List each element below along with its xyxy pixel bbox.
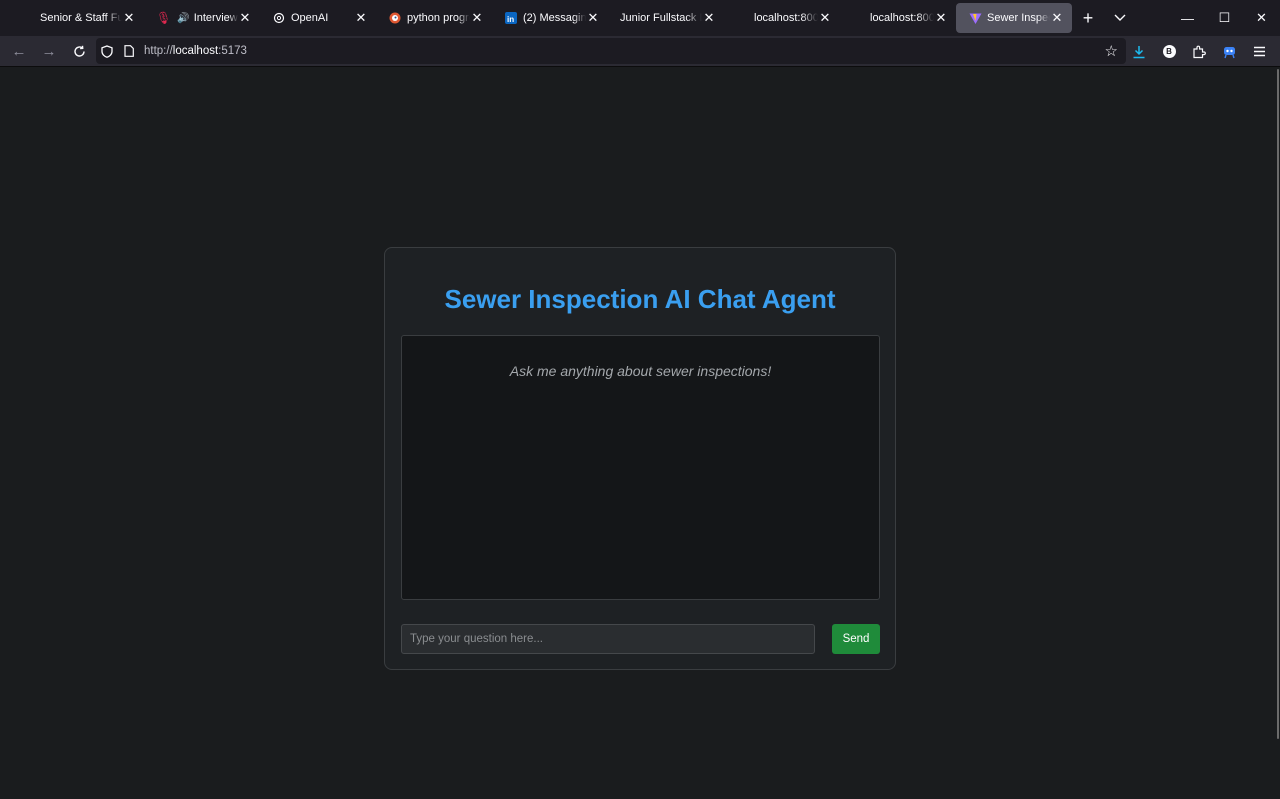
url-text: http://localhost:5173 bbox=[144, 45, 247, 57]
tab-5[interactable]: Junior Fullstack Developer ✕ bbox=[608, 3, 724, 33]
tab-3[interactable]: python progress ✕ bbox=[376, 3, 492, 33]
page-content: Sewer Inspection AI Chat Agent Ask me an… bbox=[0, 67, 1276, 799]
tracking-protection-icon[interactable] bbox=[96, 44, 118, 58]
scrollbar-thumb[interactable] bbox=[1277, 69, 1279, 739]
chat-card: Sewer Inspection AI Chat Agent Ask me an… bbox=[384, 247, 896, 670]
toolbar-buttons: B bbox=[1124, 36, 1274, 67]
minimize-button[interactable]: — bbox=[1169, 0, 1206, 36]
chevron-down-icon bbox=[1114, 14, 1126, 21]
close-icon[interactable]: ✕ bbox=[818, 10, 832, 25]
duckduckgo-icon bbox=[388, 11, 402, 25]
url-host: localhost bbox=[172, 45, 219, 57]
svg-text:in: in bbox=[507, 15, 514, 24]
close-icon[interactable]: ✕ bbox=[470, 10, 484, 25]
hamburger-menu-icon bbox=[1253, 46, 1265, 57]
tab-title: Senior & Staff Fullstack bbox=[40, 12, 122, 24]
window-controls: — ☐ ✕ bbox=[1169, 0, 1280, 36]
tab-0[interactable]: Senior & Staff Fullstack ✕ bbox=[28, 3, 144, 33]
close-icon[interactable]: ✕ bbox=[702, 10, 716, 25]
reload-button[interactable] bbox=[64, 36, 94, 66]
reload-icon bbox=[73, 45, 85, 57]
account-extension-button[interactable] bbox=[1214, 37, 1244, 67]
extension-b-icon: B bbox=[1162, 45, 1176, 58]
tab-title: python progress bbox=[407, 12, 470, 24]
robot-icon bbox=[1223, 46, 1235, 58]
puzzle-icon bbox=[1193, 45, 1206, 58]
new-tab-button[interactable]: + bbox=[1072, 3, 1104, 33]
empty-state-hint: Ask me anything about sewer inspections! bbox=[509, 363, 772, 379]
downloads-button[interactable] bbox=[1124, 37, 1154, 67]
tab-8-active[interactable]: Sewer Inspection ✕ bbox=[956, 3, 1072, 33]
question-input[interactable] bbox=[401, 624, 815, 654]
close-icon[interactable]: ✕ bbox=[586, 10, 600, 25]
list-all-tabs-button[interactable] bbox=[1104, 3, 1136, 33]
page-scrollbar[interactable] bbox=[1276, 67, 1280, 799]
url-scheme: http:// bbox=[144, 45, 173, 57]
tab-title: OpenAI bbox=[291, 12, 329, 24]
bookmark-star-icon[interactable]: ☆ bbox=[1105, 42, 1118, 60]
close-icon[interactable]: ✕ bbox=[934, 10, 948, 25]
extension-b-button[interactable]: B bbox=[1154, 37, 1184, 67]
microphone-icon: 🎙 bbox=[156, 11, 172, 25]
close-icon[interactable]: ✕ bbox=[122, 10, 136, 25]
send-button[interactable]: Send bbox=[832, 624, 880, 654]
app-menu-button[interactable] bbox=[1244, 37, 1274, 67]
navigation-toolbar: ← → http://localhost:5173 ☆ B bbox=[0, 36, 1280, 67]
download-icon bbox=[1133, 45, 1145, 58]
tab-title: localhost:8000/ bbox=[870, 12, 934, 24]
close-icon[interactable]: ✕ bbox=[238, 10, 252, 25]
tab-title: Sewer Inspection bbox=[987, 12, 1050, 24]
speaker-icon[interactable]: 🔊 bbox=[177, 13, 189, 24]
url-bar[interactable]: http://localhost:5173 ☆ bbox=[96, 38, 1126, 64]
vite-icon bbox=[968, 11, 982, 25]
tab-title: Interview for bbox=[193, 12, 238, 24]
maximize-button[interactable]: ☐ bbox=[1206, 0, 1243, 36]
back-button[interactable]: ← bbox=[4, 36, 34, 66]
openai-icon bbox=[272, 11, 286, 25]
tab-4[interactable]: in (2) Messaging | LinkedIn ✕ bbox=[492, 3, 608, 33]
close-icon[interactable]: ✕ bbox=[1050, 10, 1064, 25]
close-icon[interactable]: ✕ bbox=[354, 10, 368, 25]
tab-strip: Senior & Staff Fullstack ✕ 🎙 🔊 Interview… bbox=[0, 0, 1280, 36]
chat-messages-area[interactable]: Ask me anything about sewer inspections! bbox=[401, 335, 880, 600]
url-port: :5173 bbox=[218, 45, 247, 57]
page-info-icon[interactable] bbox=[118, 45, 140, 57]
tab-title: Junior Fullstack Developer bbox=[620, 12, 702, 24]
extensions-button[interactable] bbox=[1184, 37, 1214, 67]
tab-6[interactable]: localhost:8000/ ✕ bbox=[724, 3, 840, 33]
tab-list: Senior & Staff Fullstack ✕ 🎙 🔊 Interview… bbox=[0, 0, 1136, 36]
page-title: Sewer Inspection AI Chat Agent bbox=[444, 284, 836, 314]
forward-button[interactable]: → bbox=[34, 36, 64, 66]
linkedin-icon: in bbox=[504, 11, 518, 25]
tab-2[interactable]: OpenAI ✕ bbox=[260, 3, 376, 33]
tab-1[interactable]: 🎙 🔊 Interview for ✕ bbox=[144, 3, 260, 33]
tab-7[interactable]: localhost:8000/ ✕ bbox=[840, 3, 956, 33]
tab-title: (2) Messaging | LinkedIn bbox=[523, 12, 586, 24]
window-close-button[interactable]: ✕ bbox=[1243, 0, 1280, 36]
tab-title: localhost:8000/ bbox=[754, 12, 818, 24]
